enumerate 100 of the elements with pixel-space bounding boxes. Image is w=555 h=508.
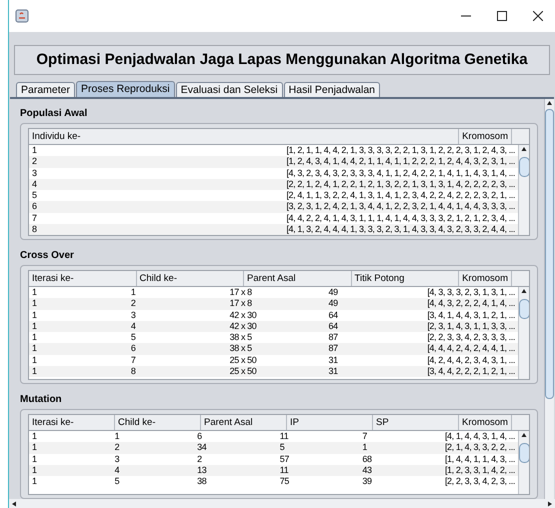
tab[interactable]: Proses Reproduksi [76,81,175,97]
column-header[interactable]: Kromosom [459,129,512,144]
column-header[interactable]: Kromosom [459,271,512,286]
table-cell: [3, 2, 3, 1, 2, 4, 2, 1, 3, 4, 4, 1, 2, 2, 3, 2, 1, 4, 4, 1, 4, 4, 3, 3, 3, ... [283,201,518,213]
table-cell: 3 [29,168,284,179]
table-cell: [4, 3, 3, 3, 2, 3, 1, 3, 1, ... [424,287,518,298]
table-cell: 5 [29,190,284,202]
column-header[interactable]: IP [287,415,374,430]
scrollbar[interactable] [544,99,554,499]
table-cell: 38 x 5 [226,332,326,344]
table-cell: 6 [128,343,227,355]
column-header[interactable]: SP [373,415,460,430]
tab[interactable]: Evaluasi dan Seleksi [176,82,283,97]
table-cell: 2 [194,454,277,465]
column-header[interactable]: Child ke- [115,415,202,430]
table-cell: 1 [128,287,227,298]
table-cell: 3 [112,454,194,465]
scroll-thumb[interactable] [518,157,529,177]
table-cell: 5 [276,442,360,454]
table-cell: [4, 4, 3, 2, 2, 2, 4, 1, 4, ... [424,298,518,310]
table-cell: 2 [128,298,227,310]
table-cell: 87 [325,343,424,355]
column-header[interactable]: Child ke- [136,271,244,286]
table-cell: 4 [128,320,227,332]
table-cell: 64 [325,320,424,332]
table-cell: 1 [29,145,284,156]
section-title: Mutation [20,394,62,406]
table-cell: 31 [325,366,424,378]
table-cell: 1 [29,332,128,344]
table-cell: [2, 1, 4, 3, 3, 2, 2, ... [442,442,518,454]
table-cell: 6 [29,201,284,213]
column-header[interactable]: Iterasi ke- [29,415,115,430]
table-cell: [1, 2, 3, 3, 1, 4, 2, ... [442,464,518,476]
table-cell: 1 [29,442,112,454]
table-cell: 38 x 5 [226,343,326,355]
table-cell: [2, 3, 1, 4, 3, 1, 1, 3, 3, ... [424,320,518,332]
table-cell: 13 [194,464,277,476]
column-header[interactable]: Titik Potong [352,271,460,286]
column-header[interactable]: Individu ke- [29,129,460,144]
table-cell: [2, 2, 3, 3, 4, 2, 3, 3, 3, ... [424,332,518,344]
close-icon[interactable] [533,11,543,21]
app-header: Optimasi Penjadwalan Jaga Lapas Menggunakan Algoritma Genetika [14,45,550,75]
table-cell: 34 [194,442,277,454]
table-cell: 42 x 30 [226,310,326,321]
table-cell: 8 [128,366,227,378]
table-cell: 11 [276,464,360,476]
table-cell: 49 [325,298,424,310]
scroll-thumb[interactable] [545,109,554,399]
table-cell: 1 [359,442,442,454]
table-cell: 7 [359,431,442,442]
scroll-thumb[interactable] [518,299,529,319]
table-cell: 4 [112,464,194,476]
horizontal-scrollbar[interactable] [9,499,555,508]
scrollbar[interactable] [518,431,529,494]
table-cell: [2, 4, 1, 1, 3, 2, 2, 4, 1, 3, 1, 4, 1, 2, 3, 4, 2, 2, 4, 2, 2, 2, 3, 2, 1, ... [283,190,518,202]
table-cell: 8 [29,224,284,235]
table-cell: 5 [128,332,227,344]
table-cell: [3, 4, 4, 2, 2, 2, 1, 2, 1, ... [424,366,518,378]
table-cell: [4, 4, 4, 2, 4, 2, 4, 4, 1, ... [424,343,518,355]
table-cell: 1 [29,310,128,321]
table-cell: [1, 4, 4, 1, 1, 4, 3, ... [442,454,518,465]
section-title: Cross Over [20,250,74,262]
table-cell: 68 [359,454,442,465]
table-cell: 2 [29,156,284,168]
column-header[interactable]: Kromosom [459,415,512,430]
column-header[interactable]: Parent Asal [244,271,352,286]
table-cell: 1 [29,464,112,476]
table-cell: 11 [276,431,360,442]
table-cell: [1, 2, 4, 3, 4, 1, 4, 4, 2, 1, 1, 4, 1, 1, 2, 2, 2, 1, 2, 4, 4, 3, 2, 3, 1, ... [283,156,518,168]
app-icon [15,9,29,23]
table-cell: 17 x 8 [226,287,326,298]
table-cell: 57 [276,454,360,465]
table-cell: 25 x 50 [226,366,326,378]
table-cell: 1 [29,431,112,442]
column-header[interactable]: Iterasi ke- [29,271,137,286]
table-cell: 1 [29,298,128,310]
table-cell: 49 [325,287,424,298]
table-cell: 1 [29,366,128,378]
table-cell: 1 [29,454,112,465]
scroll-thumb[interactable] [518,443,529,463]
table-cell: 1 [29,343,128,355]
table-cell: 4 [29,178,284,190]
table-cell: 64 [325,310,424,321]
table-cell: 1 [112,431,194,442]
table-cell: 3 [128,310,227,321]
table-cell: 87 [325,332,424,344]
scrollbar[interactable] [518,287,529,379]
scrollbar[interactable] [518,145,529,235]
tab[interactable]: Parameter [16,82,76,97]
table-cell: 42 x 30 [226,320,326,332]
table-cell: 43 [359,464,442,476]
column-header[interactable]: Parent Asal [201,415,288,430]
maximize-icon[interactable] [497,11,507,21]
table-cell: [4, 1, 3, 2, 4, 4, 4, 1, 3, 3, 3, 2, 3, 1, 4, 3, 3, 4, 3, 2, 3, 3, 2, 4, 4, ... [283,224,518,235]
table-cell: [3, 4, 1, 4, 4, 3, 1, 2, 1, ... [424,310,518,321]
scroll-up-icon[interactable] [545,99,554,107]
table-cell: 17 x 8 [226,298,326,310]
table-cell: 1 [29,287,128,298]
table-cell: [2, 2, 1, 2, 4, 1, 2, 2, 1, 2, 1, 3, 2, 2, 1, 3, 1, 3, 1, 4, 2, 2, 2, 2, 3, ... [283,178,518,190]
tab[interactable]: Hasil Penjadwalan [284,82,380,97]
